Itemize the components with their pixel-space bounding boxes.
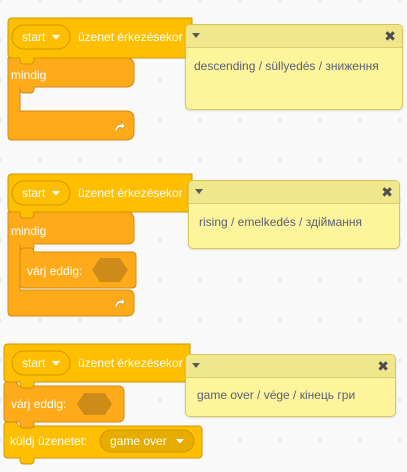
forever-label: mindig — [11, 224, 46, 238]
close-icon[interactable]: ✖ — [381, 183, 393, 201]
caret-down-icon[interactable] — [195, 189, 203, 194]
comment-text[interactable]: game over / vége / кінець гри — [186, 378, 395, 402]
script-3: küldj üzenetet: game over várj eddig: st… — [3, 343, 203, 465]
script-1: mindig start üzenet érkezésekor — [7, 17, 193, 141]
wait-until-label: várj eddig: — [27, 264, 82, 278]
condition-slot[interactable] — [77, 393, 112, 415]
message-dropdown-value: start — [22, 356, 46, 370]
hat-label: üzenet érkezésekor — [78, 186, 183, 200]
comment-text[interactable]: descending / süllyedés / зниження — [186, 48, 402, 73]
hat-label: üzenet érkezésekor — [78, 356, 183, 370]
caret-down-icon[interactable] — [192, 363, 200, 368]
comment-header[interactable]: ✖ — [186, 355, 395, 378]
comment-note[interactable]: ✖ game over / vége / кінець гри — [185, 354, 396, 417]
close-icon[interactable]: ✖ — [377, 357, 389, 375]
wait-until-label: várj eddig: — [11, 397, 66, 411]
comment-note[interactable]: ✖ descending / süllyedés / зниження — [185, 24, 403, 110]
script-2: mindig várj eddig: start üzenet érkezése… — [7, 173, 193, 317]
broadcast-dropdown-value: game over — [110, 434, 167, 448]
comment-header[interactable]: ✖ — [189, 181, 399, 204]
message-dropdown-value: start — [22, 186, 46, 200]
caret-down-icon[interactable] — [192, 33, 200, 38]
comment-note[interactable]: ✖ rising / emelkedés / здіймання — [188, 180, 400, 249]
comment-header[interactable]: ✖ — [186, 25, 402, 48]
broadcast-label: küldj üzenetet: — [10, 434, 87, 448]
forever-label: mindig — [11, 68, 46, 82]
comment-text[interactable]: rising / emelkedés / здіймання — [189, 204, 399, 229]
hat-label: üzenet érkezésekor — [78, 30, 183, 44]
close-icon[interactable]: ✖ — [384, 27, 396, 45]
message-dropdown-value: start — [22, 30, 46, 44]
